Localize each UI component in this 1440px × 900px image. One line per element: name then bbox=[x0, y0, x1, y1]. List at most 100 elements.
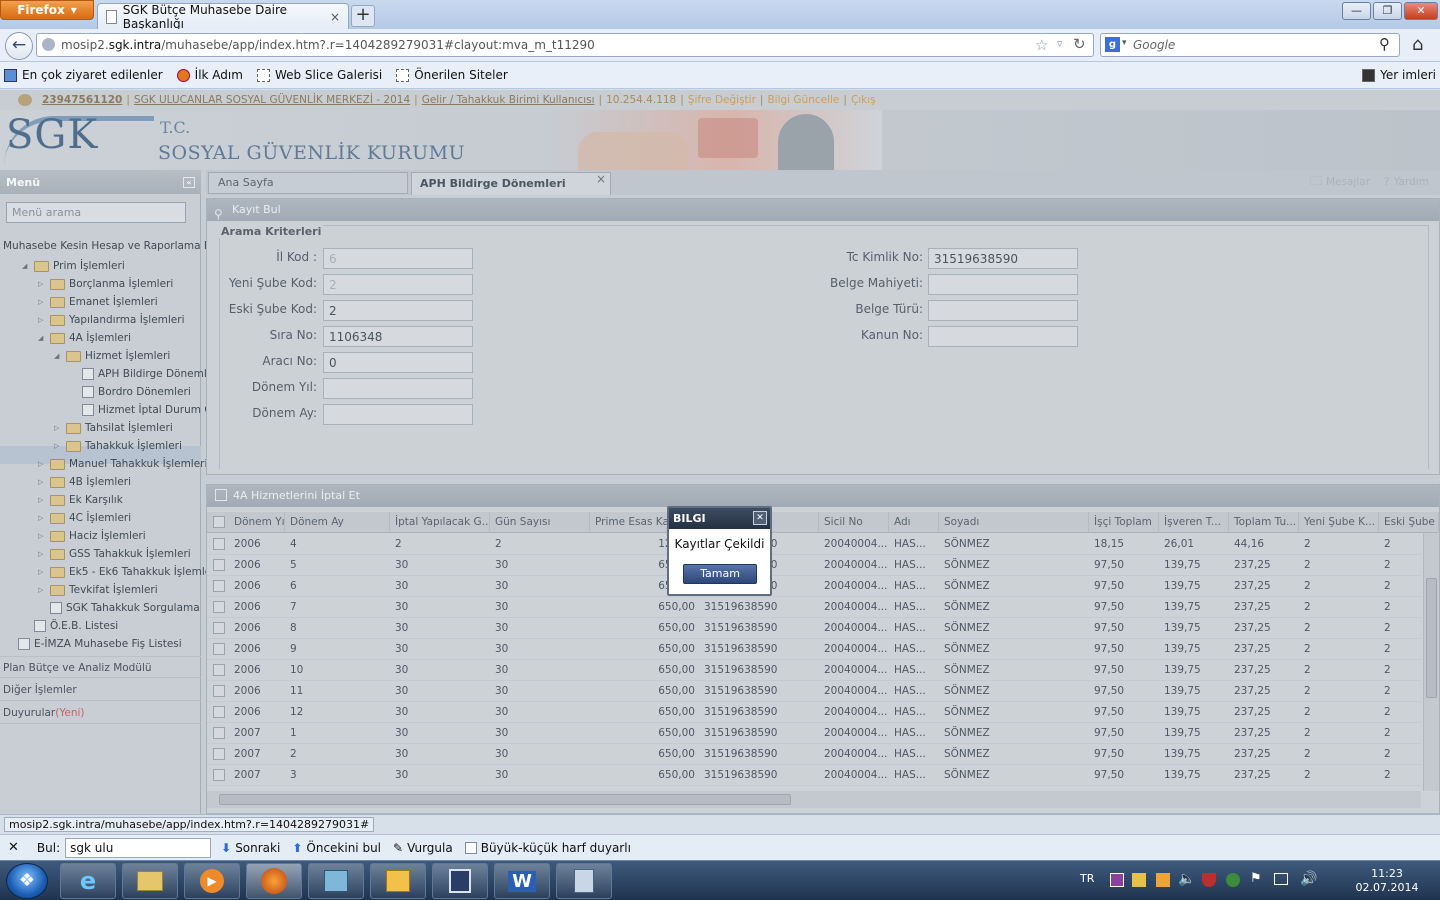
menu-search-input[interactable]: Menü arama bbox=[6, 202, 186, 223]
menu-item-yapilandirma[interactable]: ▷ Yapılandırma İşlemleri bbox=[38, 314, 185, 326]
column-header[interactable]: Soyadı bbox=[939, 512, 1089, 533]
update-info-link[interactable]: Bilgi Güncelle bbox=[767, 94, 839, 106]
collapse-icon[interactable]: « bbox=[183, 176, 195, 188]
media-player-taskbar-icon[interactable]: ▶ bbox=[184, 863, 240, 899]
role-link[interactable]: Gelir / Tahakkuk Birimi Kullanıcısı bbox=[422, 94, 595, 106]
dialog-close-icon[interactable]: ✕ bbox=[753, 511, 767, 525]
explorer-taskbar-icon[interactable] bbox=[122, 863, 178, 899]
user-id-link[interactable]: 23947561120 bbox=[42, 94, 122, 106]
logout-link[interactable]: Çıkış bbox=[851, 94, 876, 106]
menu-item-oeb-listesi[interactable]: Ö.E.B. Listesi bbox=[34, 620, 118, 632]
row-checkbox[interactable] bbox=[213, 559, 225, 571]
column-header[interactable]: Eski Şube K bbox=[1379, 512, 1439, 533]
find-next-button[interactable]: ⬇ Sonraki bbox=[221, 841, 280, 855]
menu-item-tevkifat[interactable]: ▷ Tevkifat İşlemleri bbox=[38, 584, 158, 596]
menu-item-hizmet-iptal[interactable]: Hizmet İptal Durum G bbox=[82, 404, 212, 416]
start-button[interactable]: ❖ bbox=[6, 863, 48, 899]
table-row[interactable]: 2006 8 30 30 650,00 31519638590 20040004... HAS… bbox=[207, 618, 1421, 639]
row-checkbox[interactable] bbox=[213, 685, 225, 697]
horizontal-scrollbar[interactable] bbox=[207, 791, 1421, 808]
window-close-button[interactable]: ✕ bbox=[1404, 2, 1438, 20]
row-checkbox[interactable] bbox=[213, 727, 225, 739]
column-header[interactable]: Dönem Ay bbox=[285, 512, 390, 533]
belge-turu-field[interactable] bbox=[928, 300, 1078, 321]
row-checkbox[interactable] bbox=[213, 664, 225, 676]
table-row[interactable]: 2006 9 30 30 650,00 31519638590 20040004... HAS… bbox=[207, 639, 1421, 660]
column-header[interactable]: Toplam Tu... bbox=[1229, 512, 1299, 533]
firefox-menu-button[interactable]: Firefox ▾ bbox=[0, 0, 94, 20]
help-link[interactable]: ? Yardım bbox=[1384, 176, 1429, 188]
menu-item-bordro[interactable]: Bordro Dönemleri bbox=[82, 386, 191, 398]
bookmark-star-icon[interactable]: ☆ bbox=[1035, 36, 1048, 54]
bookmark-most-visited[interactable]: En çok ziyaret edilenler bbox=[4, 68, 163, 82]
column-header[interactable]: Dönem Yıl bbox=[229, 512, 285, 533]
table-row[interactable]: 2006422120,963151963859020040004...HAS..… bbox=[207, 534, 1421, 555]
menu-item-4b[interactable]: ▷ 4B İşlemleri bbox=[38, 476, 131, 488]
table-row[interactable]: 2006 12 30 30 650,00 31519638590 20040004... HA… bbox=[207, 702, 1421, 723]
highlight-button[interactable]: ✎ Vurgula bbox=[393, 841, 453, 855]
bookmark-web-slice[interactable]: Web Slice Galerisi bbox=[256, 68, 382, 82]
menu-item-gss[interactable]: ▷ GSS Tahakkuk İşlemleri bbox=[38, 548, 191, 560]
outlook-tray-icon[interactable] bbox=[1156, 873, 1170, 887]
table-row[interactable]: 2006 7 30 30 650,00 31519638590 20040004... HAS… bbox=[207, 597, 1421, 618]
new-tab-button[interactable]: + bbox=[351, 5, 375, 27]
row-checkbox[interactable] bbox=[213, 706, 225, 718]
table-row[interactable]: 200663030650,003151963859020040004...HAS… bbox=[207, 576, 1421, 597]
row-checkbox[interactable] bbox=[213, 769, 225, 781]
firefox-taskbar-icon[interactable] bbox=[246, 863, 302, 899]
menu-item-4a[interactable]: ◢ 4A İşlemleri bbox=[38, 332, 131, 344]
maximize-button[interactable]: ❐ bbox=[1373, 2, 1402, 20]
menu-item-tahsilat[interactable]: ▷ Tahsilat İşlemleri bbox=[54, 422, 173, 434]
home-icon[interactable]: ⌂ bbox=[1412, 34, 1423, 55]
menu-item-haciz[interactable]: ▷ Haciz İşlemleri bbox=[38, 530, 146, 542]
browser-tab[interactable]: SGK Bütçe Muhasebe Daire Başkanlığı × bbox=[97, 3, 349, 31]
row-checkbox[interactable] bbox=[213, 538, 225, 550]
column-header[interactable]: Yeni Şube K... bbox=[1299, 512, 1379, 533]
row-checkbox[interactable] bbox=[213, 622, 225, 634]
column-header[interactable]: Sicil No bbox=[819, 512, 889, 533]
column-header[interactable]: İptal Yapılacak G... bbox=[390, 512, 490, 533]
history-dropdown-icon[interactable]: ▿ bbox=[1057, 37, 1063, 50]
speaker-tray-icon[interactable]: 🔈 bbox=[1178, 871, 1195, 887]
menu-item-eimza[interactable]: E-İMZA Muhasebe Fiş Listesi bbox=[18, 638, 182, 650]
menu-item-ek-karsilik[interactable]: ▷ Ek Karşılık bbox=[38, 494, 123, 506]
shield-tray-icon[interactable] bbox=[1202, 873, 1216, 887]
back-button[interactable]: ← bbox=[5, 32, 33, 60]
menu-item-prim[interactable]: ◢ Prim İşlemleri bbox=[22, 260, 125, 272]
clock[interactable]: 11:23 02.07.2014 bbox=[1352, 867, 1422, 895]
menu-item-tahakkuk[interactable]: ▷ Tahakkuk İşlemleri bbox=[54, 440, 182, 452]
display-tray-icon[interactable] bbox=[1274, 873, 1288, 885]
donem-ay-field[interactable] bbox=[323, 404, 473, 425]
row-checkbox[interactable] bbox=[213, 643, 225, 655]
vertical-scrollbar[interactable] bbox=[1423, 533, 1439, 791]
menu-item-ek5-ek6[interactable]: ▷ Ek5 - Ek6 Tahakkuk İşlemleri bbox=[38, 566, 219, 578]
find-input[interactable]: sgk ulu bbox=[65, 837, 212, 858]
menu-item-4c[interactable]: ▷ 4C İşlemleri bbox=[38, 512, 131, 524]
search-engine-dropdown-icon[interactable]: ▾ bbox=[1122, 38, 1127, 48]
select-all-checkbox[interactable] bbox=[213, 516, 225, 528]
scroll-thumb[interactable] bbox=[1426, 578, 1437, 698]
tab-aph-bildirge[interactable]: APH Bildirge Dönemleri bbox=[411, 172, 611, 195]
menu-section-duyurular[interactable]: Duyurular(Yeni) bbox=[0, 702, 201, 724]
tab-close-icon[interactable]: × bbox=[330, 10, 340, 24]
reload-icon[interactable]: ↻ bbox=[1073, 35, 1086, 53]
ok-button[interactable]: Tamam bbox=[683, 564, 757, 584]
change-password-link[interactable]: Şifre Değiştir bbox=[688, 94, 756, 106]
flag-tray-icon[interactable]: ⚑ bbox=[1250, 871, 1262, 886]
row-checkbox[interactable] bbox=[213, 601, 225, 613]
messages-link[interactable]: Mesajlar bbox=[1310, 176, 1370, 188]
scroll-thumb[interactable] bbox=[219, 794, 791, 805]
table-row[interactable]: 2006 11 30 30 650,00 31519638590 20040004... HA… bbox=[207, 681, 1421, 702]
outlook-taskbar-icon[interactable] bbox=[370, 863, 426, 899]
il-kod-field[interactable]: 6 bbox=[323, 248, 473, 269]
tab-home[interactable]: Ana Sayfa bbox=[208, 172, 408, 194]
column-header[interactable]: İşveren T... bbox=[1159, 512, 1229, 533]
unit-link[interactable]: SGK ULUCANLAR SOSYAL GÜVENLİK MERKEZİ - … bbox=[134, 94, 410, 106]
address-bar[interactable]: mosip2. sgk.intra/muhasebe/app/index.htm?… bbox=[36, 33, 1094, 57]
language-indicator[interactable]: TR bbox=[1080, 872, 1094, 885]
table-row[interactable]: 2007 1 30 30 650,00 31519638590 20040004... HAS… bbox=[207, 723, 1421, 744]
app-taskbar-icon[interactable] bbox=[432, 863, 488, 899]
row-checkbox[interactable] bbox=[213, 580, 225, 592]
bookmark-suggested[interactable]: Önerilen Siteler bbox=[396, 68, 508, 82]
word-taskbar-icon[interactable]: W bbox=[494, 863, 550, 899]
